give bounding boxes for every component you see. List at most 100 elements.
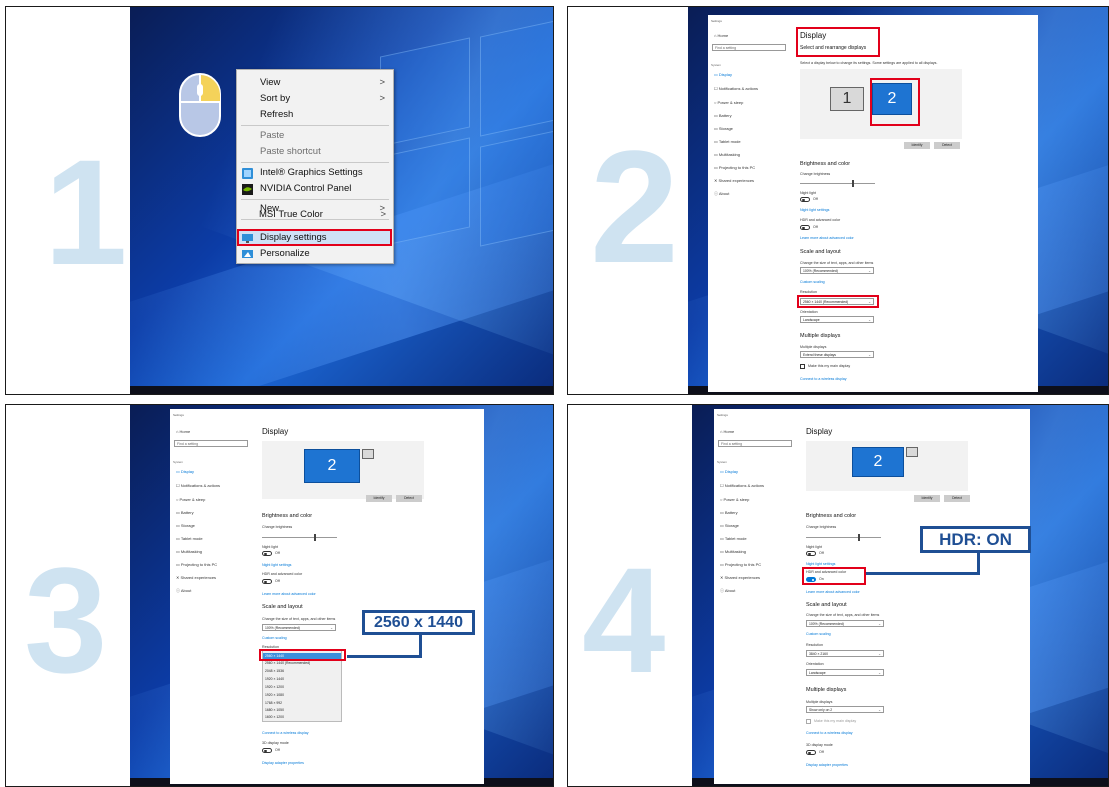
resolution-dropdown[interactable]: 3840 × 2160 ⌄ [806, 650, 884, 657]
monitor-1[interactable]: 1 [830, 87, 864, 111]
detect-button[interactable]: Detect [934, 142, 960, 149]
nav-projecting[interactable]: ▭ Projecting to this PC [176, 562, 217, 567]
menu-item-view[interactable]: View > [237, 75, 393, 91]
resolution-option[interactable]: 1920 × 1440 [265, 677, 284, 681]
nav-battery[interactable]: ▭ Battery [714, 113, 732, 118]
nav-about[interactable]: ⓘ About [714, 191, 729, 197]
menu-item-intel-graphics[interactable]: Intel® Graphics Settings [237, 165, 393, 181]
resolution-option[interactable]: 1920 × 1080 [265, 693, 284, 697]
hdr-toggle[interactable] [800, 225, 810, 230]
nav-home[interactable]: ⌂ Home [176, 429, 190, 434]
search-input[interactable]: Find a setting [718, 440, 792, 447]
resolution-option[interactable]: 2048 × 1536 [265, 669, 284, 673]
display-mode-toggle[interactable] [806, 750, 816, 755]
taskbar[interactable] [130, 386, 553, 394]
hdr-learn-more-link[interactable]: Learn more about advanced color [262, 592, 316, 596]
nav-projecting[interactable]: ▭ Projecting to this PC [720, 562, 761, 567]
resolution-option[interactable]: 1600 × 1200 [265, 715, 284, 719]
menu-item-nvidia-control-panel[interactable]: NVIDIA Control Panel [237, 181, 393, 197]
brightness-slider[interactable] [262, 534, 337, 541]
brightness-slider[interactable] [806, 534, 881, 541]
display-mode-toggle[interactable] [262, 748, 272, 753]
nav-display[interactable]: ▭ Display [714, 72, 732, 77]
orientation-dropdown[interactable]: Landscape ⌄ [800, 316, 874, 323]
identify-button[interactable]: Identify [366, 495, 392, 502]
nav-about[interactable]: ⓘ About [176, 588, 191, 594]
night-light-settings-link[interactable]: Night light settings [800, 208, 829, 212]
hdr-learn-more-link[interactable]: Learn more about advanced color [800, 236, 854, 240]
custom-scaling-link[interactable]: Custom scaling [262, 636, 287, 640]
wireless-display-link[interactable]: Connect to a wireless display [262, 731, 309, 735]
multiple-displays-dropdown[interactable]: Extend these displays ⌄ [800, 351, 874, 358]
nav-notifications[interactable]: ☐ Notifications & actions [714, 86, 758, 91]
scale-dropdown[interactable]: 100% (Recommended) ⌄ [806, 620, 884, 627]
nav-tablet[interactable]: ▭ Tablet mode [176, 536, 203, 541]
detect-button[interactable]: Detect [396, 495, 422, 502]
custom-scaling-link[interactable]: Custom scaling [800, 280, 825, 284]
nav-power[interactable]: ○ Power & sleep [714, 100, 743, 105]
nav-display[interactable]: ▭ Display [720, 469, 738, 474]
nav-storage[interactable]: ▭ Storage [720, 523, 739, 528]
nav-power[interactable]: ○ Power & sleep [720, 497, 749, 502]
nav-multitasking[interactable]: ▭ Multitasking [714, 152, 740, 157]
nav-multitasking[interactable]: ▭ Multitasking [720, 549, 746, 554]
nav-about[interactable]: ⓘ About [720, 588, 735, 594]
night-light-toggle[interactable] [800, 197, 810, 202]
nav-notifications[interactable]: ☐ Notifications & actions [176, 483, 220, 488]
adapter-properties-link[interactable]: Display adapter properties [262, 761, 304, 765]
detect-button[interactable]: Detect [944, 495, 970, 502]
wireless-display-link[interactable]: Connect to a wireless display [800, 377, 847, 381]
menu-item-sort-by[interactable]: Sort by > [237, 91, 393, 107]
nav-multitasking[interactable]: ▭ Multitasking [176, 549, 202, 554]
resolution-option[interactable]: 2560 × 1440 (Recommended) [265, 661, 310, 665]
resolution-option[interactable]: 1680 × 1050 [265, 708, 284, 712]
identify-button[interactable]: Identify [904, 142, 930, 149]
menu-item-display-settings[interactable]: Display settings [237, 230, 393, 246]
hdr-learn-more-link[interactable]: Learn more about advanced color [806, 590, 860, 594]
nav-battery[interactable]: ▭ Battery [176, 510, 194, 515]
menu-item-msi-true-color-label[interactable]: MSI True Color > [236, 207, 394, 223]
monitor-1[interactable] [906, 447, 918, 457]
nav-tablet[interactable]: ▭ Tablet mode [720, 536, 747, 541]
nav-shared[interactable]: ✕ Shared experiences [714, 178, 754, 183]
resolution-option[interactable]: 1768 × 992 [265, 701, 282, 705]
nav-home[interactable]: ⌂ Home [714, 33, 728, 38]
nav-shared[interactable]: ✕ Shared experiences [720, 575, 760, 580]
search-input[interactable]: Find a setting [712, 44, 786, 51]
nav-shared[interactable]: ✕ Shared experiences [176, 575, 216, 580]
nav-storage[interactable]: ▭ Storage [714, 126, 733, 131]
nav-tablet[interactable]: ▭ Tablet mode [714, 139, 741, 144]
identify-button[interactable]: Identify [914, 495, 940, 502]
monitor-2[interactable]: 2 [304, 449, 360, 483]
monitor-2[interactable]: 2 [852, 447, 904, 477]
night-light-toggle[interactable] [262, 551, 272, 556]
multiple-displays-dropdown[interactable]: Show only on 2 ⌄ [806, 706, 884, 713]
nav-notifications[interactable]: ☐ Notifications & actions [720, 483, 764, 488]
menu-item-refresh[interactable]: Refresh [237, 107, 393, 123]
hdr-toggle[interactable] [262, 579, 272, 584]
nav-battery[interactable]: ▭ Battery [720, 510, 738, 515]
nav-projecting[interactable]: ▭ Projecting to this PC [714, 165, 755, 170]
main-display-checkbox[interactable] [806, 719, 811, 724]
brightness-slider[interactable] [800, 180, 875, 187]
night-light-settings-link[interactable]: Night light settings [262, 563, 291, 567]
monitor-1[interactable] [362, 449, 374, 459]
wireless-display-link[interactable]: Connect to a wireless display [806, 731, 853, 735]
scale-dropdown[interactable]: 100% (Recommended) ⌄ [262, 624, 336, 631]
orientation-dropdown[interactable]: Landscape ⌄ [806, 669, 884, 676]
menu-item-paste-shortcut[interactable]: Paste shortcut [237, 144, 393, 160]
night-light-settings-link[interactable]: Night light settings [806, 562, 835, 566]
menu-item-personalize[interactable]: Personalize [237, 246, 393, 262]
resolution-option[interactable]: 1920 × 1200 [265, 685, 284, 689]
main-display-checkbox[interactable] [800, 364, 805, 369]
nav-home[interactable]: ⌂ Home [720, 429, 734, 434]
menu-item-paste[interactable]: Paste [237, 128, 393, 144]
nav-storage[interactable]: ▭ Storage [176, 523, 195, 528]
search-input[interactable]: Find a setting [174, 440, 248, 447]
scale-dropdown[interactable]: 100% (Recommended) ⌄ [800, 267, 874, 274]
night-light-toggle[interactable] [806, 551, 816, 556]
nav-power[interactable]: ○ Power & sleep [176, 497, 205, 502]
custom-scaling-link[interactable]: Custom scaling [806, 632, 831, 636]
adapter-properties-link[interactable]: Display adapter properties [806, 763, 848, 767]
nav-display[interactable]: ▭ Display [176, 469, 194, 474]
